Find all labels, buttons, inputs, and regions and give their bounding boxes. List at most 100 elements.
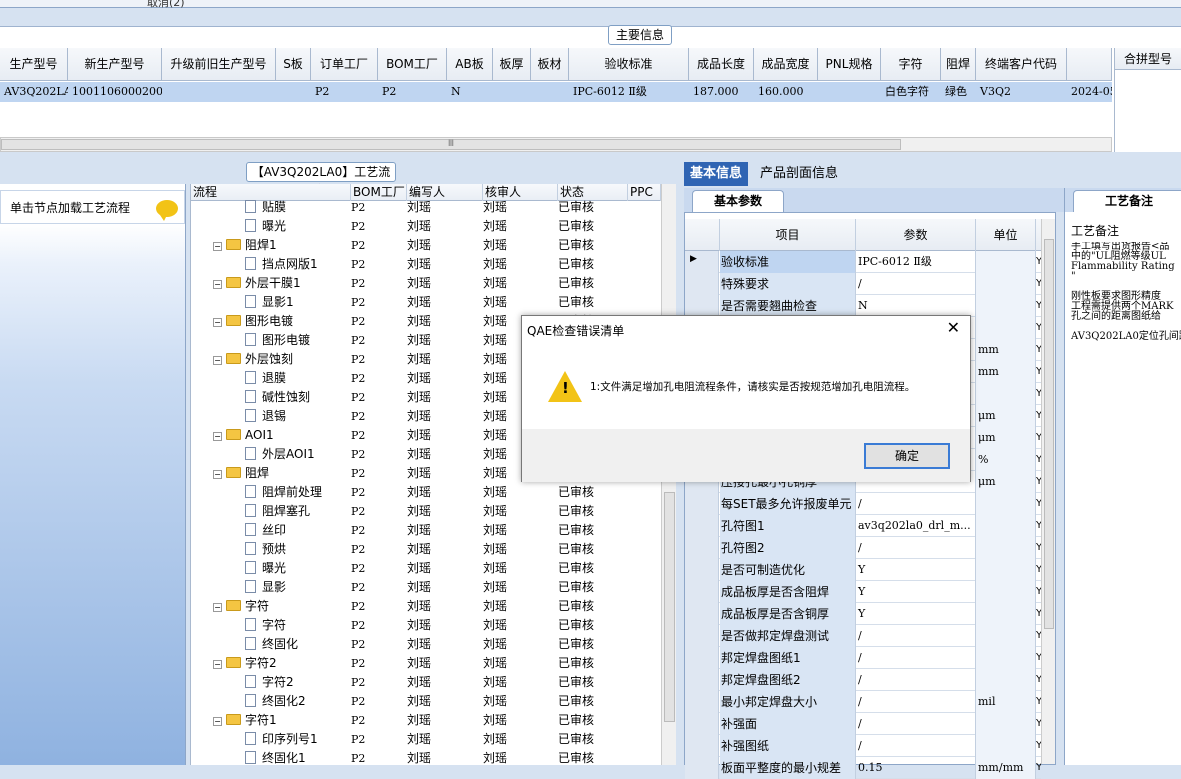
- params-row[interactable]: 孔符图2/Y: [685, 537, 1041, 559]
- basic-params-grid[interactable]: 项目 参数 单位 ▶ 验收标准 IPC-6012 Ⅱ级 Y 特殊要求 / Y 是否需要翘曲检查…: [684, 212, 1056, 779]
- param-value[interactable]: Y: [856, 581, 976, 603]
- expand-toggle-icon[interactable]: −: [213, 242, 222, 251]
- flow-row[interactable]: 曝光 P2 刘瑶 刘瑶 已审核: [191, 559, 661, 578]
- expand-toggle-icon[interactable]: −: [213, 470, 222, 479]
- expand-toggle-icon[interactable]: −: [213, 280, 222, 289]
- flow-row[interactable]: 终固化1 P2 刘瑶 刘瑶 已审核: [191, 749, 661, 768]
- params-row[interactable]: 孔符图1 av3q202la0_drl_m... Y: [685, 515, 1041, 537]
- flow-node[interactable]: − 外层干膜1: [213, 274, 301, 293]
- param-value[interactable]: /: [856, 625, 976, 647]
- flow-node[interactable]: 图形电镀: [245, 331, 310, 350]
- params-row[interactable]: 特殊要求 / Y: [685, 273, 1041, 295]
- flow-row[interactable]: 字符 P2 刘瑶 刘瑶 已审核: [191, 616, 661, 635]
- param-value[interactable]: /: [856, 735, 976, 757]
- expand-toggle-icon[interactable]: −: [213, 660, 222, 669]
- params-row[interactable]: 补强图纸 / Y: [685, 735, 1041, 757]
- flow-node[interactable]: − AOI1: [213, 426, 274, 445]
- expand-toggle-icon[interactable]: −: [213, 717, 222, 726]
- flow-node[interactable]: 贴膜: [245, 198, 286, 217]
- params-row[interactable]: 邦定焊盘图纸1/Y: [685, 647, 1041, 669]
- param-value[interactable]: 0.15: [856, 757, 976, 779]
- flow-node[interactable]: 阻焊塞孔: [245, 502, 310, 521]
- flow-node[interactable]: 碱性蚀刻: [245, 388, 310, 407]
- flow-row[interactable]: 印序列号1 P2 刘瑶 刘瑶 已审核: [191, 730, 661, 749]
- param-value[interactable]: N: [856, 295, 976, 317]
- params-row[interactable]: ▶ 验收标准 IPC-6012 Ⅱ级 Y: [685, 251, 1041, 273]
- flow-node[interactable]: 阻焊前处理: [245, 483, 322, 502]
- tab-basic-info[interactable]: 基本信息: [684, 162, 749, 186]
- params-row[interactable]: 是否做邦定焊盘测试 / Y: [685, 625, 1041, 647]
- param-value[interactable]: /: [856, 537, 976, 559]
- params-row[interactable]: 补强面 / Y: [685, 713, 1041, 735]
- close-icon[interactable]: ✕: [947, 320, 960, 336]
- flow-node[interactable]: 显影1: [245, 293, 294, 312]
- flow-row[interactable]: 丝印 P2 刘瑶 刘瑶 已审核: [191, 521, 661, 540]
- param-value[interactable]: /: [856, 273, 976, 295]
- flow-row[interactable]: 预烘 P2 刘瑶 刘瑶 已审核: [191, 540, 661, 559]
- chat-bubble-icon[interactable]: [156, 200, 178, 221]
- flow-node[interactable]: − 阻焊1: [213, 236, 277, 255]
- flow-node[interactable]: 退膜: [245, 369, 286, 388]
- params-row[interactable]: 是否需要翘曲检查 N Y: [685, 295, 1041, 317]
- main-grid-row[interactable]: AV3Q202LA0 10011060002008 P2 P2 N IPC-6012 Ⅱ级…: [0, 82, 1112, 102]
- flow-node[interactable]: 字符: [245, 616, 286, 635]
- params-vscroll-thumb[interactable]: [1044, 239, 1054, 629]
- flow-node[interactable]: 印序列号1: [245, 730, 318, 749]
- tab-basic-params[interactable]: 基本参数: [692, 190, 784, 212]
- param-value[interactable]: /: [856, 691, 976, 713]
- expand-toggle-icon[interactable]: −: [213, 432, 222, 441]
- params-row[interactable]: 成品板厚是否含阻焊 Y Y: [685, 581, 1041, 603]
- params-vscrollbar[interactable]: [1041, 219, 1055, 764]
- flow-row[interactable]: 阻焊塞孔 P2 刘瑶 刘瑶 已审核: [191, 502, 661, 521]
- flow-row[interactable]: − 阻焊1 P2 刘瑶 刘瑶 已审核: [191, 236, 661, 255]
- flow-node[interactable]: 字符2: [245, 673, 294, 692]
- flow-node[interactable]: 预烘: [245, 540, 286, 559]
- param-value[interactable]: /: [856, 669, 976, 691]
- flow-node[interactable]: − 字符: [213, 597, 269, 616]
- main-grid-hscrollbar[interactable]: Ⅲ: [0, 137, 1112, 152]
- params-row[interactable]: 最小邦定焊盘大小 / mil Y: [685, 691, 1041, 713]
- flow-row[interactable]: 挡点网版1 P2 刘瑶 刘瑶 已审核: [191, 255, 661, 274]
- flow-node[interactable]: 退锡: [245, 407, 286, 426]
- params-row[interactable]: 是否可制造优化 Y Y: [685, 559, 1041, 581]
- param-value[interactable]: IPC-6012 Ⅱ级: [856, 251, 976, 273]
- flow-row[interactable]: 贴膜 P2 刘瑶 刘瑶 已审核: [191, 198, 661, 217]
- flow-node[interactable]: 终固化: [245, 635, 298, 654]
- flow-node[interactable]: 挡点网版1: [245, 255, 318, 274]
- params-row[interactable]: 成品板厚是否含铜厚 Y Y: [685, 603, 1041, 625]
- flow-node[interactable]: − 阻焊: [213, 464, 269, 483]
- param-value[interactable]: /: [856, 493, 976, 515]
- expand-toggle-icon[interactable]: −: [213, 356, 222, 365]
- flow-row[interactable]: − 字符2 P2 刘瑶 刘瑶 已审核: [191, 654, 661, 673]
- param-value[interactable]: Y: [856, 603, 976, 625]
- flow-node[interactable]: 外层AOI1: [245, 445, 315, 464]
- param-value[interactable]: Y: [856, 559, 976, 581]
- tab-profile-info[interactable]: 产品剖面信息: [754, 162, 844, 186]
- flow-row[interactable]: 终固化2 P2 刘瑶 刘瑶 已审核: [191, 692, 661, 711]
- param-value[interactable]: av3q202la0_drl_m...: [856, 515, 976, 537]
- flow-row[interactable]: − 外层干膜1 P2 刘瑶 刘瑶 已审核: [191, 274, 661, 293]
- load-flow-hint[interactable]: 单击节点加载工艺流程: [0, 190, 185, 224]
- hscroll-thumb[interactable]: Ⅲ: [1, 139, 901, 150]
- flow-row[interactable]: 终固化 P2 刘瑶 刘瑶 已审核: [191, 635, 661, 654]
- flow-node[interactable]: − 外层蚀刻: [213, 350, 293, 369]
- flow-row[interactable]: 曝光 P2 刘瑶 刘瑶 已审核: [191, 217, 661, 236]
- vscroll-thumb[interactable]: [664, 492, 675, 722]
- params-row[interactable]: 板面平整度的最小规差 0.15 mm/mm Y: [685, 757, 1041, 779]
- tab-process-remark[interactable]: 工艺备注: [1073, 190, 1181, 212]
- flow-node[interactable]: 终固化2: [245, 692, 306, 711]
- flow-row[interactable]: 字符2 P2 刘瑶 刘瑶 已审核: [191, 673, 661, 692]
- flow-row[interactable]: 显影1 P2 刘瑶 刘瑶 已审核: [191, 293, 661, 312]
- flow-row[interactable]: − 字符1 P2 刘瑶 刘瑶 已审核: [191, 711, 661, 730]
- expand-toggle-icon[interactable]: −: [213, 318, 222, 327]
- params-row[interactable]: 每SET最多允许报废单元 / Y: [685, 493, 1041, 515]
- flow-node[interactable]: − 图形电镀: [213, 312, 293, 331]
- flow-row[interactable]: 阻焊前处理 P2 刘瑶 刘瑶 已审核: [191, 483, 661, 502]
- flow-row[interactable]: 显影 P2 刘瑶 刘瑶 已审核: [191, 578, 661, 597]
- ok-button[interactable]: 确定: [864, 443, 950, 469]
- expand-toggle-icon[interactable]: −: [213, 603, 222, 612]
- params-row[interactable]: 邦定焊盘图纸2/Y: [685, 669, 1041, 691]
- param-value[interactable]: /: [856, 647, 976, 669]
- param-value[interactable]: /: [856, 713, 976, 735]
- flow-node[interactable]: 显影: [245, 578, 286, 597]
